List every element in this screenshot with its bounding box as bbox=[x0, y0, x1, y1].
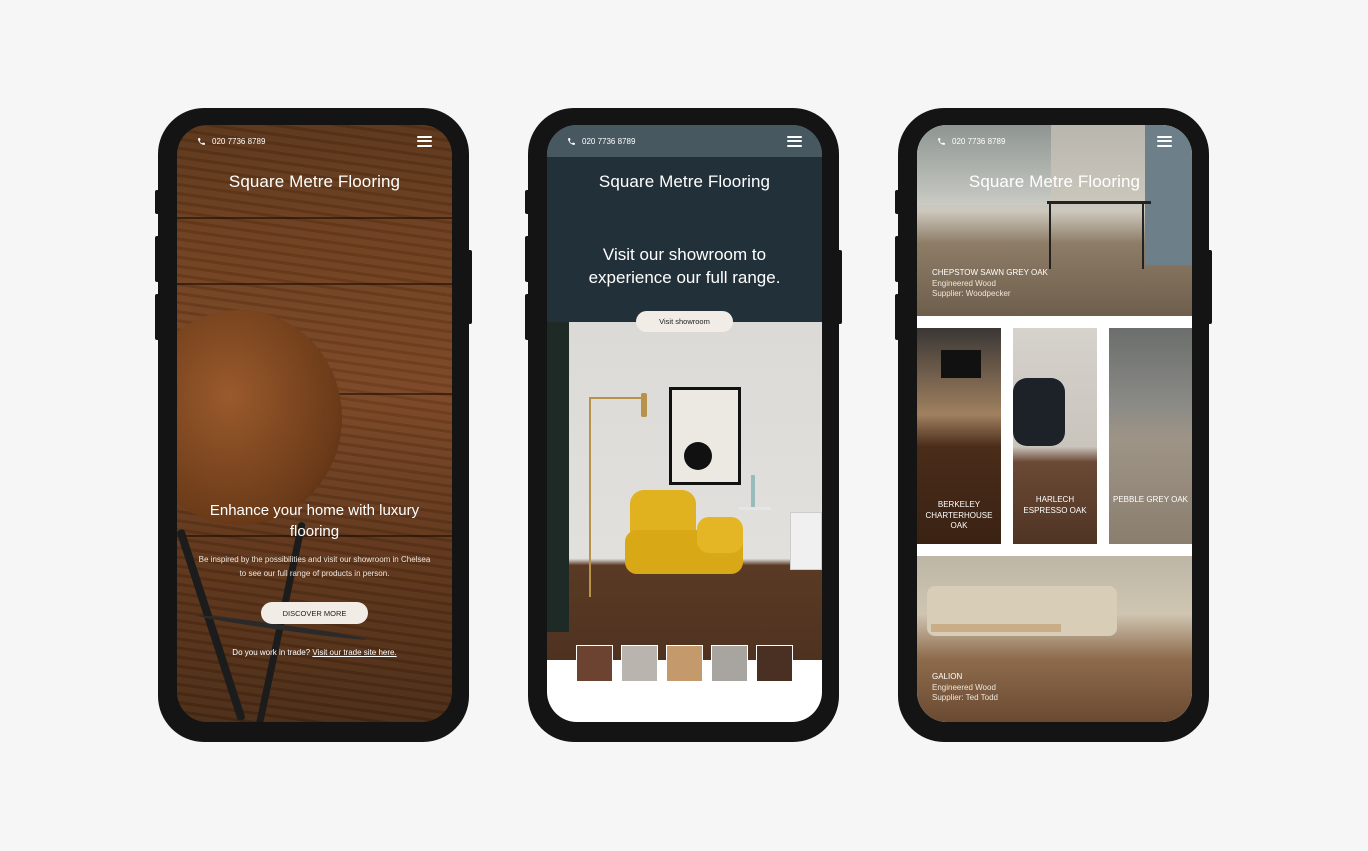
phone-number: 020 7736 8789 bbox=[582, 136, 636, 146]
status-bar: 020 7736 8789 bbox=[917, 125, 1192, 157]
trade-site-link[interactable]: Visit our trade site here. bbox=[312, 648, 396, 657]
menu-icon[interactable] bbox=[417, 135, 432, 147]
menu-icon[interactable] bbox=[1157, 135, 1172, 147]
phone-number: 020 7736 8789 bbox=[952, 136, 1006, 146]
products-screen: CHEPSTOW SAWN GREY OAK Engineered Wood S… bbox=[917, 125, 1192, 722]
phone-contact[interactable]: 020 7736 8789 bbox=[197, 137, 265, 146]
hero-text: Be inspired by the possibilities and vis… bbox=[198, 555, 431, 578]
showroom-screen: 020 7736 8789 Square Metre Flooring Visi… bbox=[547, 125, 822, 722]
discover-more-button[interactable]: DISCOVER MORE bbox=[261, 602, 368, 624]
hero-title: Enhance your home with luxury flooring bbox=[209, 502, 420, 540]
product-card-pebble[interactable]: PEBBLE GREY OAK bbox=[1109, 328, 1192, 544]
product-name: CHEPSTOW SAWN GREY OAK bbox=[932, 268, 1048, 277]
flooring-swatch[interactable] bbox=[576, 645, 613, 682]
flooring-swatch[interactable] bbox=[621, 645, 658, 682]
phone-mockup-1: 020 7736 8789 Square Metre Flooring Enha… bbox=[155, 108, 472, 742]
product-name: BERKELEY CHARTERHOUSE OAK bbox=[925, 500, 993, 530]
product-name: GALION bbox=[932, 672, 963, 681]
stool-image bbox=[177, 310, 342, 525]
product-type: Engineered Wood bbox=[932, 682, 996, 692]
status-bar: 020 7736 8789 bbox=[177, 125, 452, 157]
visit-showroom-button[interactable]: Visit showroom bbox=[636, 311, 733, 332]
phone-mockup-3: CHEPSTOW SAWN GREY OAK Engineered Wood S… bbox=[895, 108, 1212, 742]
brand-title[interactable]: Square Metre Flooring bbox=[177, 172, 452, 192]
menu-icon[interactable] bbox=[787, 135, 802, 147]
status-bar: 020 7736 8789 bbox=[547, 125, 822, 157]
phone-mockup-2: 020 7736 8789 Square Metre Flooring Visi… bbox=[525, 108, 842, 742]
trade-prefix: Do you work in trade? bbox=[232, 648, 311, 657]
phone-number: 020 7736 8789 bbox=[212, 136, 266, 146]
flooring-swatch[interactable] bbox=[711, 645, 748, 682]
flooring-swatch[interactable] bbox=[666, 645, 703, 682]
showroom-headline: Visit our showroom to experience our ful… bbox=[588, 245, 781, 287]
phone-icon bbox=[938, 137, 945, 145]
trade-line: Do you work in trade? Visit our trade si… bbox=[177, 648, 452, 657]
flooring-swatch[interactable] bbox=[756, 645, 793, 682]
home-screen: 020 7736 8789 Square Metre Flooring Enha… bbox=[177, 125, 452, 722]
phone-contact[interactable]: 020 7736 8789 bbox=[567, 137, 635, 146]
product-card-harlech[interactable]: HARLECH ESPRESSO OAK bbox=[1013, 328, 1097, 544]
product-name: PEBBLE GREY OAK bbox=[1113, 495, 1188, 504]
product-supplier: Supplier: Woodpecker bbox=[932, 289, 1011, 298]
phone-icon bbox=[568, 137, 575, 145]
product-supplier: Supplier: Ted Todd bbox=[932, 693, 998, 702]
product-type: Engineered Wood bbox=[932, 278, 996, 288]
product-card-galion[interactable]: GALION Engineered Wood Supplier: Ted Tod… bbox=[917, 556, 1192, 722]
phone-contact[interactable]: 020 7736 8789 bbox=[937, 137, 1005, 146]
product-card-berkeley[interactable]: BERKELEY CHARTERHOUSE OAK bbox=[917, 328, 1001, 544]
brand-title[interactable]: Square Metre Flooring bbox=[917, 172, 1192, 192]
brand-title[interactable]: Square Metre Flooring bbox=[547, 172, 822, 192]
product-name: HARLECH ESPRESSO OAK bbox=[1023, 495, 1087, 515]
phone-icon bbox=[198, 137, 205, 145]
